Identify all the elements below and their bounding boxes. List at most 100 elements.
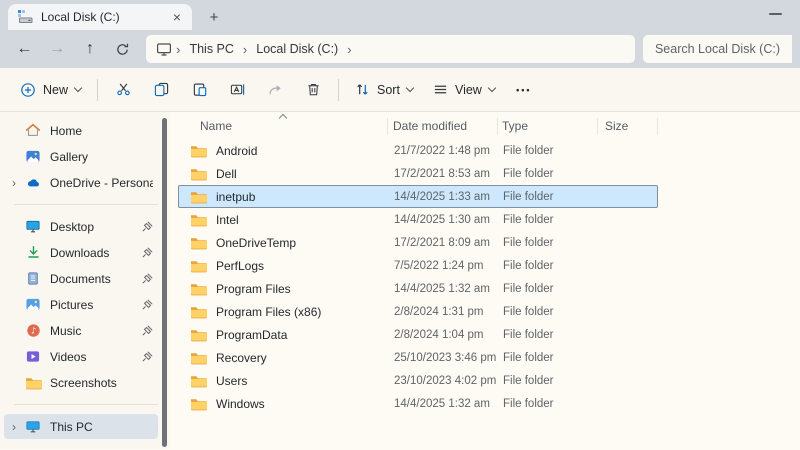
file-row-intel[interactable]: Intel14/4/2025 1:30 amFile folder <box>178 208 658 231</box>
copy-button[interactable] <box>142 74 180 106</box>
file-name: Windows <box>216 397 265 411</box>
sidebar-item-label: Videos <box>50 350 138 364</box>
sidebar-item-label: Home <box>50 124 153 138</box>
file-row-android[interactable]: Android21/7/2022 1:48 pmFile folder <box>178 139 658 162</box>
command-bar: New <box>0 68 800 112</box>
file-name: Android <box>216 144 257 158</box>
view-lines-icon <box>433 82 448 97</box>
file-type: File folder <box>499 283 599 295</box>
file-row-dell[interactable]: Dell 17/2/2021 8:53 amFile folder <box>178 162 658 185</box>
this-pc-icon <box>24 419 42 434</box>
file-row-perflogs[interactable]: PerfLogs7/5/2022 1:24 pmFile folder <box>178 254 658 277</box>
drive-icon <box>17 9 33 25</box>
sidebar-item-desktop[interactable]: Desktop <box>4 214 158 239</box>
svg-text:♪: ♪ <box>30 326 35 336</box>
sidebar-item-label: OneDrive - Personal <box>50 176 153 190</box>
file-type: File folder <box>499 168 599 180</box>
file-type: File folder <box>499 329 599 341</box>
search-placeholder: Search Local Disk (C:) <box>655 42 780 56</box>
file-type: File folder <box>499 237 599 249</box>
folder-icon <box>190 167 207 181</box>
view-button[interactable]: View <box>423 74 505 106</box>
paste-button[interactable] <box>180 74 218 106</box>
file-type: File folder <box>499 306 599 318</box>
pin-icon <box>142 325 153 336</box>
onedrive-icon <box>24 176 42 190</box>
file-row-recovery[interactable]: Recovery25/10/2023 3:46 pmFile folder <box>178 346 658 369</box>
file-name: Intel <box>216 213 239 227</box>
file-type: File folder <box>499 260 599 272</box>
file-type: File folder <box>499 214 599 226</box>
music-icon: ♪ <box>24 323 42 338</box>
ellipsis-icon: ••• <box>516 85 531 95</box>
videos-icon <box>24 349 42 364</box>
file-row-onedrivetemp[interactable]: OneDriveTemp17/2/2021 8:09 amFile folder <box>178 231 658 254</box>
file-row-program-files-x86-[interactable]: Program Files (x86)2/8/2024 1:31 pmFile … <box>178 300 658 323</box>
chevron-down-icon <box>406 83 414 91</box>
file-row-users[interactable]: Users23/10/2023 4:02 pmFile folder <box>178 369 658 392</box>
search-input[interactable]: Search Local Disk (C:) <box>643 35 792 63</box>
column-header-date-modified[interactable]: Date modified <box>388 118 498 135</box>
sidebar-divider <box>14 204 158 205</box>
breadcrumb-chevron-icon[interactable]: › <box>174 42 182 57</box>
file-type: File folder <box>499 191 599 203</box>
sidebar-item-pictures[interactable]: Pictures <box>4 292 158 317</box>
cut-button[interactable] <box>104 74 142 106</box>
sidebar-item-screenshots[interactable]: Screenshots <box>4 370 158 395</box>
sidebar-item-home[interactable]: Home <box>4 118 158 143</box>
file-row-windows[interactable]: Windows14/4/2025 1:32 amFile folder <box>178 392 658 415</box>
file-name: Dell <box>216 167 237 181</box>
back-button[interactable]: ← <box>8 34 41 64</box>
refresh-button[interactable] <box>106 34 139 64</box>
breadcrumb[interactable]: ›This PC›Local Disk (C:)› <box>146 35 635 63</box>
sidebar-item-this-pc[interactable]: ›This PC <box>4 414 158 439</box>
new-button[interactable]: New <box>10 74 91 106</box>
delete-button[interactable] <box>294 74 332 106</box>
folder-icon <box>190 351 207 365</box>
tab-close-icon[interactable]: × <box>171 10 183 24</box>
breadcrumb-chevron-icon[interactable]: › <box>241 42 249 57</box>
file-date-modified: 21/7/2022 1:48 pm <box>389 145 499 157</box>
minimize-icon[interactable] <box>769 13 782 15</box>
rename-button[interactable] <box>218 74 256 106</box>
expand-chevron-icon[interactable]: › <box>4 420 24 434</box>
breadcrumb-segment[interactable]: This PC <box>182 42 240 56</box>
file-row-program-files[interactable]: Program Files14/4/2025 1:32 amFile folde… <box>178 277 658 300</box>
sort-button[interactable]: Sort <box>345 74 423 106</box>
file-type: File folder <box>499 352 599 364</box>
sidebar-item-videos[interactable]: Videos <box>4 344 158 369</box>
column-header-type[interactable]: Type <box>498 118 598 135</box>
sidebar-item-music[interactable]: ♪ Music <box>4 318 158 343</box>
sidebar-scrollbar[interactable] <box>162 118 167 447</box>
expand-chevron-icon[interactable]: › <box>4 176 24 190</box>
tab-title: Local Disk (C:) <box>41 10 171 24</box>
file-date-modified: 17/2/2021 8:53 am <box>389 168 499 180</box>
tab-local-disk-c[interactable]: Local Disk (C:) × <box>8 4 192 30</box>
sidebar-divider <box>14 404 158 405</box>
navigation-bar: ← → ↑ ›This PC›Local Disk (C:)› Search L… <box>0 30 800 68</box>
sidebar-item-onedrive-personal[interactable]: › OneDrive - Personal <box>4 170 158 195</box>
sidebar-item-gallery[interactable]: Gallery <box>4 144 158 169</box>
new-tab-button[interactable]: + <box>202 5 226 29</box>
pin-icon <box>142 221 153 232</box>
breadcrumb-segment[interactable]: Local Disk (C:) <box>249 42 345 56</box>
folder-icon <box>190 259 207 273</box>
pin-icon <box>142 273 153 284</box>
sidebar-item-label: Desktop <box>50 220 138 234</box>
see-more-button[interactable]: ••• <box>505 74 543 106</box>
folder-icon <box>190 213 207 227</box>
sidebar-item-downloads[interactable]: Downloads <box>4 240 158 265</box>
file-row-inetpub[interactable]: inetpub14/4/2025 1:33 amFile folder <box>178 185 658 208</box>
up-button[interactable]: ↑ <box>74 34 107 64</box>
pin-icon <box>142 299 153 310</box>
file-row-programdata[interactable]: ProgramData2/8/2024 1:04 pmFile folder <box>178 323 658 346</box>
this-pc-monitor-icon <box>156 41 172 57</box>
sort-arrows-icon <box>355 82 370 97</box>
sidebar-item-label: Music <box>50 324 138 338</box>
file-list: Name Date modified Type Size Android21/7… <box>170 112 800 449</box>
sidebar-item-documents[interactable]: Documents <box>4 266 158 291</box>
new-button-label: New <box>43 83 68 97</box>
column-header-size[interactable]: Size <box>598 118 658 135</box>
breadcrumb-chevron-icon[interactable]: › <box>345 42 353 57</box>
title-bar: Local Disk (C:) × + <box>0 0 800 30</box>
